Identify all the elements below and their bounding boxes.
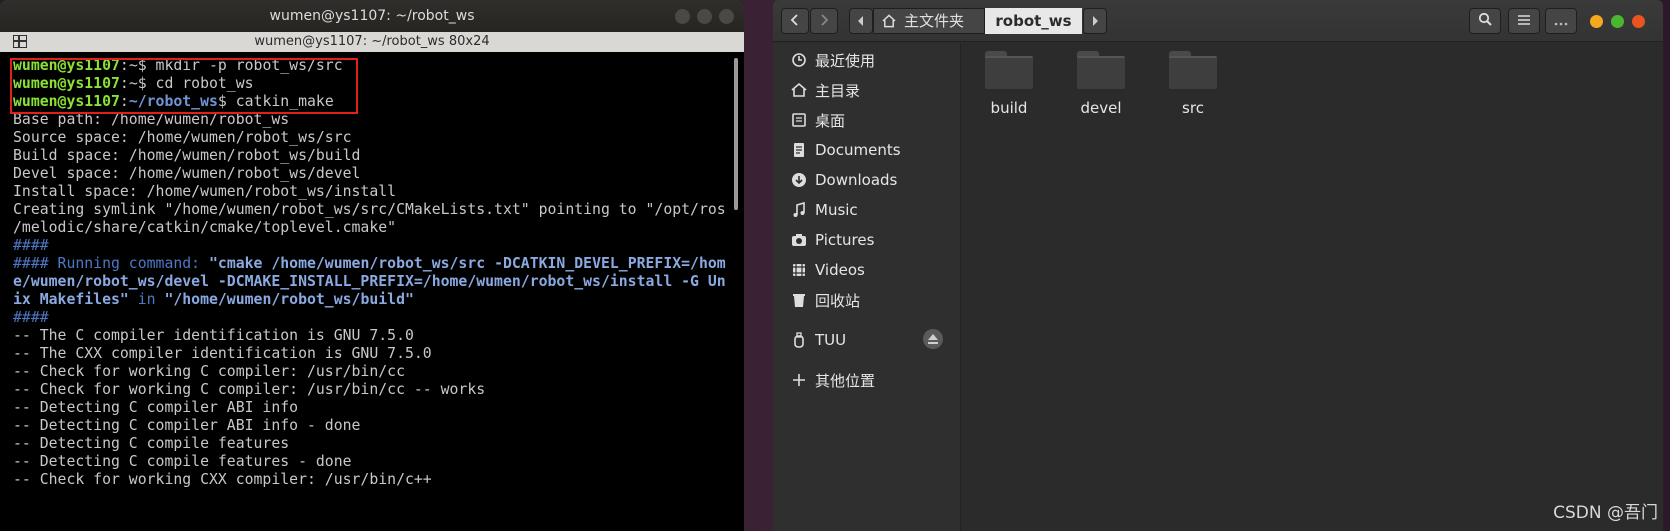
- caret-right-icon: [1093, 16, 1098, 26]
- download-icon: [792, 173, 806, 187]
- terminal-grid-icon[interactable]: [13, 35, 27, 48]
- terminal-line: -- Check for working C compiler: /usr/bi…: [13, 381, 486, 398]
- close-button[interactable]: [1632, 15, 1645, 28]
- sidebar-item-other-locations[interactable]: 其他位置: [791, 367, 875, 393]
- sidebar-item-downloads[interactable]: Downloads: [791, 167, 897, 193]
- terminal-menubar: wumen@ys1107: ~/robot_ws 80x24: [0, 32, 744, 52]
- terminal-line: ix Makefiles" in "/home/wumen/robot_ws/b…: [13, 291, 414, 308]
- trash-icon: [793, 294, 805, 307]
- desktop-icon: [792, 113, 806, 127]
- view-list-button[interactable]: [1508, 8, 1540, 34]
- terminal-line: -- The C compiler identification is GNU …: [13, 327, 414, 344]
- search-button[interactable]: [1469, 8, 1501, 34]
- home-icon: [882, 14, 896, 28]
- sidebar-item-trash[interactable]: 回收站: [791, 287, 860, 313]
- maximize-button[interactable]: [1611, 15, 1624, 28]
- chevron-right-icon: [821, 14, 829, 26]
- terminal-line: -- Check for working CXX compiler: /usr/…: [13, 471, 432, 488]
- terminal-subtitle: wumen@ys1107: ~/robot_ws 80x24: [254, 34, 490, 49]
- file-manager-headerbar: 主文件夹 robot_ws: [773, 0, 1663, 42]
- eject-icon: [928, 334, 938, 344]
- folder-icon: [985, 51, 1033, 89]
- camera-icon: [792, 234, 806, 246]
- plus-icon: [793, 374, 805, 386]
- close-button[interactable]: [719, 9, 734, 24]
- music-icon: [793, 202, 805, 217]
- terminal-output[interactable]: wumen@ys1107:~$ mkdir -p robot_ws/src wu…: [0, 52, 744, 531]
- eject-button[interactable]: [923, 329, 943, 349]
- sidebar-item-desktop[interactable]: 桌面: [791, 107, 845, 133]
- folder-devel[interactable]: devel: [1066, 51, 1136, 117]
- terminal-line: Creating symlink "/home/wumen/robot_ws/s…: [13, 201, 726, 218]
- terminal-line: #### Running command: "cmake /home/wumen…: [13, 255, 726, 272]
- folder-icon: [1169, 51, 1217, 89]
- terminal-line: Devel space: /home/wumen/robot_ws/devel: [13, 165, 361, 182]
- terminal-title: wumen@ys1107: ~/robot_ws: [269, 8, 475, 24]
- maximize-button[interactable]: [697, 9, 712, 24]
- minimize-button[interactable]: [1590, 15, 1603, 28]
- minimize-button[interactable]: [675, 9, 690, 24]
- breadcrumb-home[interactable]: 主文件夹: [873, 8, 985, 34]
- terminal-line: -- Detecting C compiler ABI info: [13, 399, 299, 416]
- terminal-line: e/wumen/robot_ws/devel -DCMAKE_INSTALL_P…: [13, 273, 726, 290]
- terminal-line: -- Detecting C compile features: [13, 435, 290, 452]
- terminal-line: -- Detecting C compiler ABI info - done: [13, 417, 361, 434]
- sidebar-item-music[interactable]: Music: [791, 197, 858, 223]
- breadcrumb-scroll-left[interactable]: [849, 8, 873, 34]
- chevron-left-icon: [790, 14, 798, 26]
- watermark: CSDN @吾门: [1553, 503, 1658, 523]
- terminal-line: -- The CXX compiler identification is GN…: [13, 345, 432, 362]
- home-icon: [791, 82, 807, 97]
- video-icon: [793, 264, 805, 276]
- terminal-window[interactable]: wumen@ys1107: ~/robot_ws wumen@ys1107: ~…: [0, 0, 744, 531]
- places-sidebar: 最近使用 主目录 桌面 Documents Downloads Music Pi…: [773, 43, 961, 531]
- sidebar-item-documents[interactable]: Documents: [791, 137, 901, 163]
- terminal-line: ####: [13, 309, 49, 326]
- folder-src[interactable]: src: [1158, 51, 1228, 117]
- usb-drive-icon: [794, 332, 804, 348]
- terminal-line: Build space: /home/wumen/robot_ws/build: [13, 147, 361, 164]
- sidebar-item-pictures[interactable]: Pictures: [791, 227, 874, 253]
- terminal-line: -- Check for working C compiler: /usr/bi…: [13, 363, 405, 380]
- clock-icon: [792, 53, 806, 67]
- terminal-line: ####: [13, 237, 49, 254]
- highlight-box: [10, 58, 358, 114]
- list-view-icon: [1518, 15, 1530, 25]
- sidebar-item-videos[interactable]: Videos: [791, 257, 865, 283]
- menu-button[interactable]: [1545, 8, 1577, 34]
- more-icon: [1554, 22, 1568, 26]
- terminal-line: -- Detecting C compile features - done: [13, 453, 352, 470]
- sidebar-item-tuu-drive[interactable]: TUU: [791, 327, 846, 353]
- back-button[interactable]: [781, 8, 809, 34]
- terminal-line: Source space: /home/wumen/robot_ws/src: [13, 129, 352, 146]
- folder-icon: [1077, 51, 1125, 89]
- terminal-scrollbar[interactable]: [734, 58, 738, 210]
- forward-button[interactable]: [810, 8, 838, 34]
- terminal-titlebar[interactable]: wumen@ys1107: ~/robot_ws: [0, 0, 744, 32]
- file-manager-window[interactable]: 主文件夹 robot_ws 最近使用 主目录 桌面 Documents Down…: [773, 0, 1663, 531]
- breadcrumb-scroll-right[interactable]: [1083, 8, 1107, 34]
- folder-build[interactable]: build: [974, 51, 1044, 117]
- file-view[interactable]: build devel src: [962, 43, 1663, 531]
- caret-left-icon: [858, 16, 863, 26]
- terminal-line: Install space: /home/wumen/robot_ws/inst…: [13, 183, 397, 200]
- sidebar-item-recent[interactable]: 最近使用: [791, 47, 875, 73]
- document-icon: [794, 143, 804, 157]
- terminal-line: /melodic/share/catkin/cmake/toplevel.cma…: [13, 219, 397, 236]
- search-icon: [1478, 12, 1492, 26]
- breadcrumb-current[interactable]: robot_ws: [985, 8, 1082, 34]
- sidebar-item-home[interactable]: 主目录: [791, 77, 860, 103]
